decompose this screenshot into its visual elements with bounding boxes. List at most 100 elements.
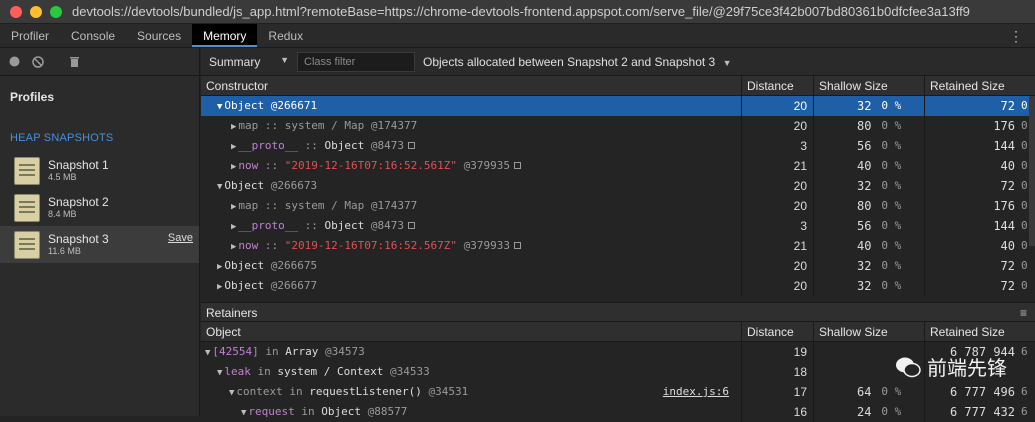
table-row[interactable]: ▶ __proto__ :: Object @8473 3 56 0 % 144 0 <box>201 136 1035 156</box>
separator: :: <box>258 199 285 212</box>
watermark-text: 前端先锋 <box>927 358 1007 380</box>
table-row[interactable]: ▶ now :: "2019-12-16T07:16:52.567Z" @3799… <box>201 236 1035 256</box>
shallow-size-value: 32 <box>856 179 872 193</box>
snapshot-name: Snapshot 1 <box>48 157 109 172</box>
distance-cell: 20 <box>742 96 814 116</box>
class-filter-input[interactable] <box>297 51 415 72</box>
tab-sources[interactable]: Sources <box>126 24 192 47</box>
maximize-window-button[interactable] <box>50 5 62 18</box>
clear-icon[interactable] <box>32 55 44 68</box>
shallow-size-percent: 0 % <box>881 159 902 172</box>
separator: :: <box>258 159 285 172</box>
reveal-icon[interactable] <box>513 242 521 249</box>
table-row[interactable]: ▶ __proto__ :: Object @8473 3 56 0 % 144 0 <box>201 216 1035 236</box>
distance-cell: 20 <box>742 276 814 296</box>
snapshot-item-2[interactable]: Snapshot 2 8.4 MB <box>0 189 199 226</box>
collapsed-triangle-icon[interactable]: ▶ <box>217 262 222 272</box>
tab-redux[interactable]: Redux <box>257 24 314 47</box>
constructor-cell: ▼ Object @266673 <box>201 176 742 196</box>
table-row[interactable]: ▶ map :: system / Map @174377 20 80 0 % 176 0 <box>201 196 1035 216</box>
menu-icon[interactable]: ≡ <box>1020 303 1027 323</box>
expanded-triangle-icon[interactable]: ▼ <box>205 348 210 358</box>
column-header-retained-size[interactable]: Retained Size <box>925 76 1035 95</box>
tab-memory[interactable]: Memory <box>192 24 258 47</box>
shallow-size-value <box>814 342 877 362</box>
record-icon[interactable] <box>8 56 20 68</box>
table-row[interactable]: ▼ Object @266673 20 32 0 % 72 0 <box>201 176 1035 196</box>
column-header-constructor[interactable]: Constructor <box>201 76 742 95</box>
column-header-distance[interactable]: Distance <box>742 76 814 95</box>
column-header-shallow-size[interactable]: Shallow Size <box>814 76 925 95</box>
table-scrollbar[interactable] <box>1029 96 1035 246</box>
shallow-size-percent: 0 % <box>881 259 902 272</box>
object-name: Object <box>324 219 365 232</box>
save-snapshot-link[interactable]: Save <box>168 232 193 244</box>
object-id: @34531 <box>428 385 469 398</box>
column-header-object[interactable]: Object <box>201 322 742 341</box>
property-name: [42554] <box>212 345 259 358</box>
collapsed-triangle-icon[interactable]: ▶ <box>217 282 222 292</box>
constructor-cell: ▶ now :: "2019-12-16T07:16:52.561Z" @3799… <box>201 156 742 176</box>
shallow-size-value: 80 <box>856 199 872 213</box>
retainer-row[interactable]: ▼ request in Object @88577 16 24 0 % 6 777 43… <box>201 402 1035 422</box>
tab-profiler[interactable]: Profiler <box>0 24 60 47</box>
shallow-size-cell: 56 0 % <box>814 216 925 236</box>
snapshot-item-1[interactable]: Snapshot 1 4.5 MB <box>0 152 199 189</box>
collapsed-triangle-icon[interactable]: ▶ <box>231 242 236 252</box>
snapshot-item-3[interactable]: Snapshot 3 11.6 MB Save <box>0 226 199 263</box>
constructor-table: Constructor Distance Shallow Size Retain… <box>201 76 1035 296</box>
table-row[interactable]: ▶ Object @266675 20 32 0 % 72 0 <box>201 256 1035 276</box>
collapsed-triangle-icon[interactable]: ▶ <box>231 222 236 232</box>
tab-console[interactable]: Console <box>60 24 126 47</box>
close-window-button[interactable] <box>10 5 22 18</box>
collapsed-triangle-icon[interactable]: ▶ <box>231 122 236 132</box>
column-header-distance[interactable]: Distance <box>742 322 814 341</box>
expanded-triangle-icon[interactable]: ▼ <box>241 408 246 418</box>
object-id: @8473 <box>370 219 405 232</box>
table-row[interactable]: ▶ map :: system / Map @174377 20 80 0 % 176 0 <box>201 116 1035 136</box>
scope-select[interactable]: Objects allocated between Snapshot 2 and… <box>423 55 731 69</box>
reveal-icon[interactable] <box>408 142 416 149</box>
shallow-size-cell: 32 0 % <box>814 276 925 296</box>
shallow-size-value: 80 <box>856 119 872 133</box>
separator: in <box>282 385 310 398</box>
collapsed-triangle-icon[interactable]: ▶ <box>231 142 236 152</box>
source-link[interactable]: index.js:6 <box>663 382 729 402</box>
shallow-size-percent: 0 % <box>881 385 902 398</box>
shallow-size-cell: 80 0 % <box>814 116 925 136</box>
expanded-triangle-icon[interactable]: ▼ <box>229 388 234 398</box>
column-header-shallow-size[interactable]: Shallow Size <box>814 322 925 341</box>
object-id: @266675 <box>270 259 318 272</box>
expanded-triangle-icon[interactable]: ▼ <box>217 102 222 112</box>
retainer-row[interactable]: ▼ context in requestListener() @34531 inde… <box>201 382 1035 402</box>
more-options-icon[interactable]: ⋮ <box>1009 24 1023 48</box>
retained-size-value: 72 <box>1000 179 1015 193</box>
expanded-triangle-icon[interactable]: ▼ <box>217 368 222 378</box>
collapsed-triangle-icon[interactable]: ▶ <box>231 202 236 212</box>
distance-cell: 18 <box>742 362 814 382</box>
view-select[interactable]: Summary ▼ <box>201 55 295 69</box>
property-name: map <box>238 119 259 132</box>
object-id: @34533 <box>390 365 430 378</box>
minimize-window-button[interactable] <box>30 5 42 18</box>
constructor-cell: ▼ request in Object @88577 <box>201 402 742 422</box>
retained-size-value: 176 <box>993 199 1015 213</box>
retained-size-cell: 144 0 <box>925 216 1035 236</box>
shallow-size-percent: 0 % <box>881 219 902 232</box>
constructor-cell: ▶ __proto__ :: Object @8473 <box>201 216 742 236</box>
trash-icon[interactable] <box>68 56 80 68</box>
shallow-size-percent: 0 % <box>881 179 902 192</box>
collapsed-triangle-icon[interactable]: ▶ <box>231 162 236 172</box>
retained-size-percent: 0 <box>1021 259 1028 272</box>
shallow-size-value: 40 <box>856 159 872 173</box>
column-header-retained-size[interactable]: Retained Size <box>925 322 1035 341</box>
reveal-icon[interactable] <box>513 162 521 169</box>
table-row[interactable]: ▶ now :: "2019-12-16T07:16:52.561Z" @3799… <box>201 156 1035 176</box>
reveal-icon[interactable] <box>408 222 416 229</box>
expanded-triangle-icon[interactable]: ▼ <box>217 182 222 192</box>
table-row[interactable]: ▼ Object @266671 20 32 0 % 72 0 <box>201 96 1035 116</box>
table-row[interactable]: ▶ Object @266677 20 32 0 % 72 0 <box>201 276 1035 296</box>
shallow-size-percent: 0 % <box>881 119 902 132</box>
constructor-cell: ▼ context in requestListener() @34531 inde… <box>201 382 742 402</box>
object-id: @266677 <box>270 279 318 292</box>
